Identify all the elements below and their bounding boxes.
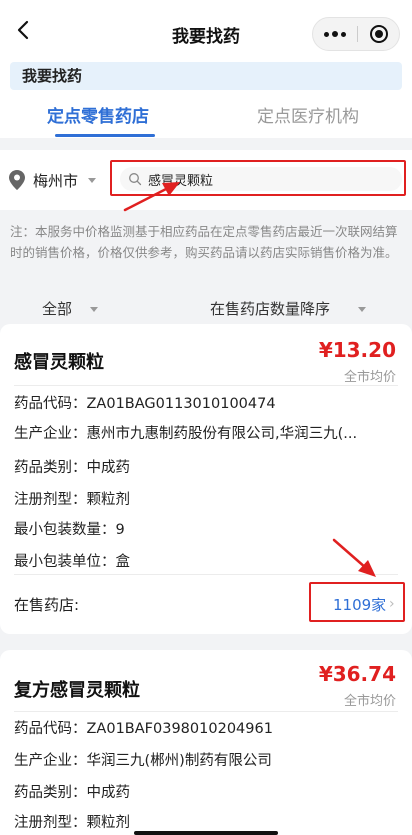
- min-pack-quantity: 最小包装数量：9: [14, 518, 398, 539]
- chevron-left-icon[interactable]: [12, 18, 36, 42]
- stores-link[interactable]: 1109家 ›: [309, 582, 405, 622]
- price-label: 全市均价: [343, 370, 396, 385]
- field-label: 药品代码：: [14, 396, 87, 412]
- search-input[interactable]: 感冒灵颗粒: [120, 167, 402, 191]
- stores-count: 1109家: [333, 596, 387, 614]
- field-label: 最小包装单位：: [14, 554, 116, 570]
- field-value: 9: [115, 522, 125, 538]
- drug-name: 感冒灵颗粒: [14, 352, 104, 373]
- drug-price: ¥36.74: [318, 662, 396, 686]
- field-value: 中成药: [86, 460, 131, 476]
- section-banner: 我要找药: [10, 62, 402, 90]
- active-tab-indicator: [55, 134, 155, 137]
- field-value: 颗粒剂: [86, 815, 131, 831]
- drug-price: ¥13.20: [318, 338, 396, 362]
- dosage-form: 注册剂型：颗粒剂: [14, 811, 398, 832]
- drug-code: 药品代码：ZA01BAF0398010204961: [14, 717, 398, 738]
- dosage-form: 注册剂型：颗粒剂: [14, 488, 398, 509]
- stores-label: 在售药店:: [14, 596, 80, 614]
- field-label: 药品类别：: [14, 785, 87, 801]
- field-value: ZA01BAF0398010204961: [86, 721, 273, 737]
- price-notice: 注：本服务中价格监测基于相应药品在定点零售药店最近一次联网结算时的销售价格，价格…: [10, 224, 398, 260]
- field-label: 药品类别：: [14, 460, 87, 476]
- divider: [14, 711, 398, 712]
- field-value: 惠州市九惠制药股份有限公司,华润三九(...: [86, 426, 358, 442]
- sort-filter[interactable]: 在售药店数量降序: [210, 298, 330, 319]
- tab-medical-institution[interactable]: 定点医疗机构: [257, 102, 359, 127]
- city-dropdown-caret-icon[interactable]: [88, 178, 96, 183]
- drug-code: 药品代码：ZA01BAG0113010100474: [14, 392, 398, 413]
- field-value: 盒: [115, 554, 131, 570]
- tab-retail-pharmacy[interactable]: 定点零售药店: [47, 102, 149, 127]
- drug-category: 药品类别：中成药: [14, 781, 398, 802]
- price-label: 全市均价: [343, 694, 396, 709]
- manufacturer: 生产企业：惠州市九惠制药股份有限公司,华润三九(...: [14, 422, 398, 443]
- drug-name: 复方感冒灵颗粒: [14, 680, 140, 701]
- home-indicator: [134, 831, 278, 835]
- more-dots-icon[interactable]: [313, 18, 357, 50]
- field-value: ZA01BAG0113010100474: [86, 396, 276, 412]
- city-selector[interactable]: 梅州市: [33, 170, 78, 191]
- field-label: 生产企业：: [14, 426, 87, 442]
- drug-card[interactable]: 复方感冒灵颗粒 ¥36.74 全市均价 药品代码：ZA01BAF03980102…: [0, 650, 412, 835]
- min-pack-unit: 最小包装单位：盒: [14, 550, 398, 571]
- field-label: 注册剂型：: [14, 815, 87, 831]
- divider: [14, 574, 398, 575]
- sort-caret-icon[interactable]: [358, 307, 366, 312]
- field-label: 最小包装数量：: [14, 522, 116, 538]
- search-icon: [129, 173, 142, 186]
- manufacturer: 生产企业：华润三九(郴州)制药有限公司: [14, 749, 398, 770]
- field-value: 颗粒剂: [86, 492, 131, 508]
- field-label: 生产企业：: [14, 753, 87, 769]
- drug-card[interactable]: 感冒灵颗粒 ¥13.20 全市均价 药品代码：ZA01BAG0113010100…: [0, 324, 412, 634]
- category-filter[interactable]: 全部: [42, 298, 72, 319]
- filter-row: 全部 在售药店数量降序: [0, 292, 412, 326]
- target-circle-icon[interactable]: [358, 18, 400, 50]
- field-value: 华润三九(郴州)制药有限公司: [86, 753, 272, 769]
- location-pin-icon: [9, 170, 25, 190]
- search-box-highlight: 感冒灵颗粒: [110, 160, 406, 196]
- search-query: 感冒灵颗粒: [148, 174, 214, 189]
- nav-bar: 我要找药: [0, 0, 412, 60]
- chevron-right-icon: ›: [389, 596, 395, 612]
- field-label: 注册剂型：: [14, 492, 87, 508]
- mini-program-capsule: [312, 17, 400, 51]
- drug-category: 药品类别：中成药: [14, 456, 398, 477]
- field-value: 中成药: [86, 785, 131, 801]
- divider: [14, 385, 398, 386]
- search-row: 梅州市 感冒灵颗粒: [0, 150, 412, 210]
- category-caret-icon[interactable]: [90, 307, 98, 312]
- section-header: 我要找药 定点零售药店 定点医疗机构: [0, 60, 412, 138]
- field-label: 药品代码：: [14, 721, 87, 737]
